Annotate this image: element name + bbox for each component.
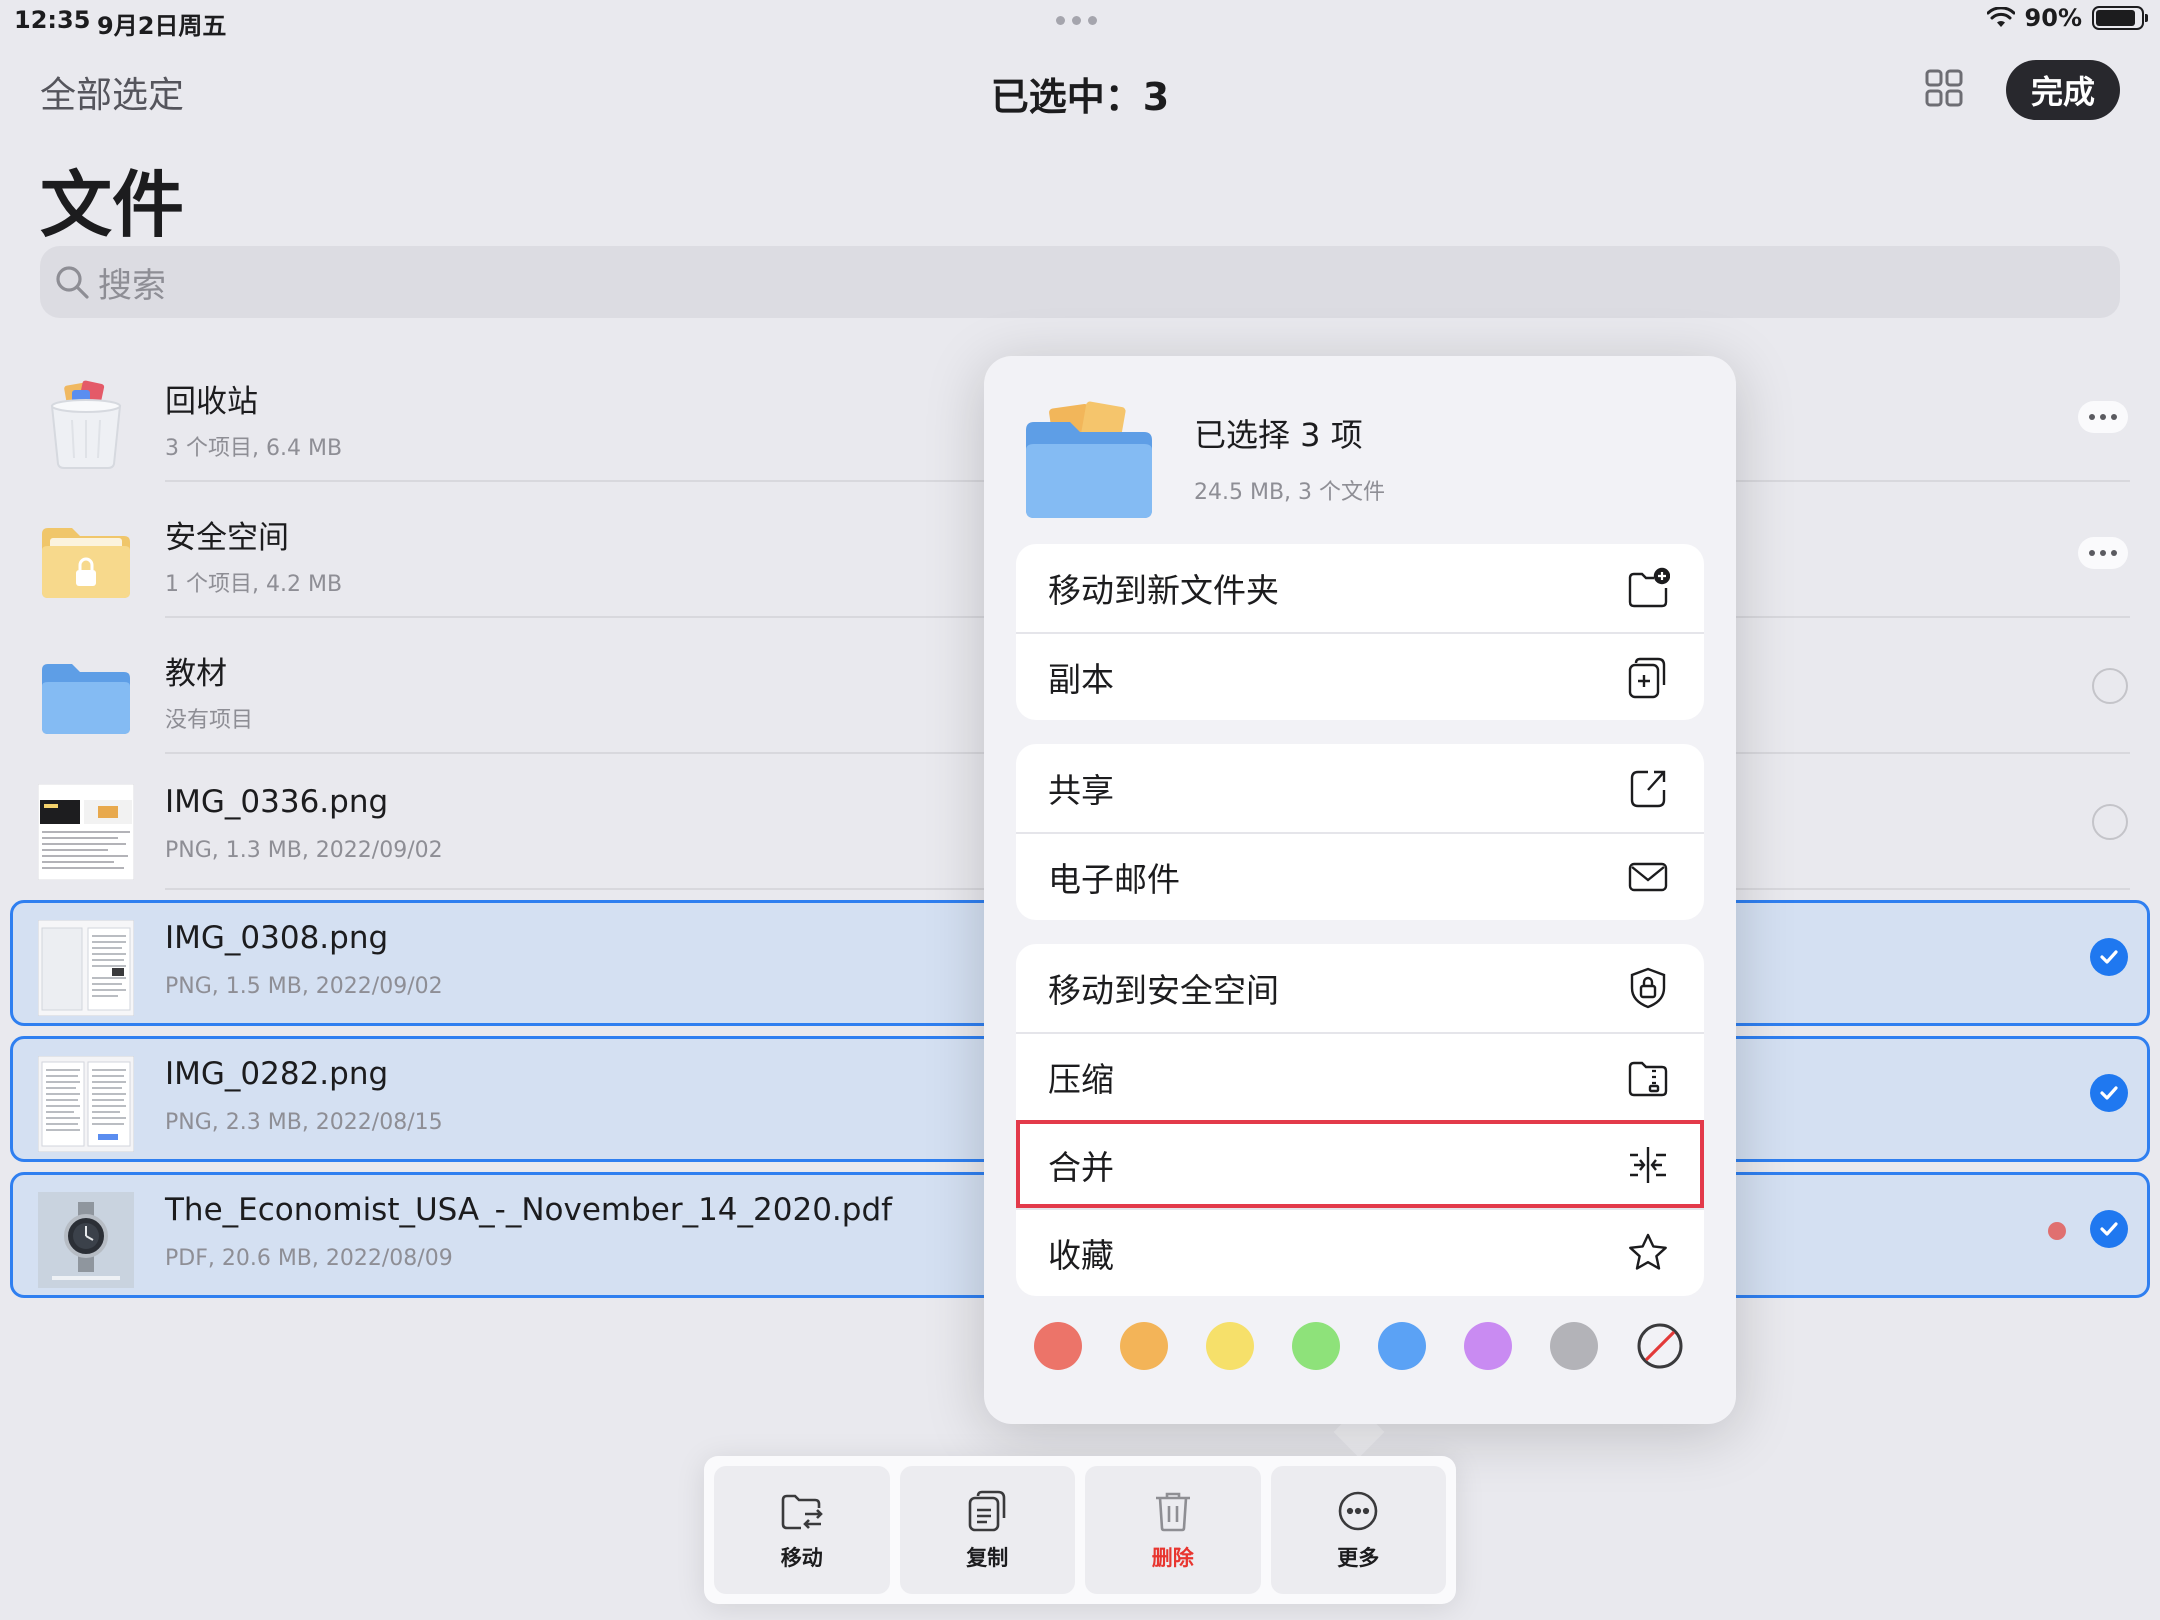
- status-date: 9月2日周五: [97, 12, 227, 40]
- more-button[interactable]: 更多: [1270, 1466, 1446, 1594]
- menu-label: 副本: [1048, 660, 1114, 699]
- more-options-icon[interactable]: [2078, 401, 2128, 433]
- copy-label: 复制: [966, 1546, 1009, 1570]
- menu-item-move-to-new-folder[interactable]: 移动到新文件夹: [1016, 544, 1704, 632]
- tag-color-row: [1034, 1322, 1684, 1370]
- file-name: 回收站: [165, 384, 258, 420]
- lock-shield-icon: [1630, 967, 1666, 1009]
- file-meta: PNG, 1.5 MB, 2022/09/02: [165, 974, 443, 999]
- menu-label: 移动到新文件夹: [1048, 571, 1279, 610]
- new-folder-icon: [1628, 567, 1670, 608]
- tag-orange[interactable]: [1120, 1322, 1168, 1370]
- no-tag-icon[interactable]: [1636, 1322, 1684, 1370]
- menu-label: 电子邮件: [1048, 860, 1180, 899]
- menu-label: 合并: [1048, 1148, 1114, 1187]
- page-title: 文件: [40, 163, 185, 247]
- move-folder-icon: [781, 1494, 823, 1530]
- file-meta: PNG, 2.3 MB, 2022/08/15: [165, 1110, 443, 1135]
- menu-item-share[interactable]: 共享: [1016, 744, 1704, 832]
- menu-item-merge[interactable]: 合并: [1016, 1120, 1704, 1208]
- status-time: 12:35: [14, 6, 91, 34]
- multitasking-dots-icon[interactable]: [1056, 16, 1097, 25]
- menu-label: 移动到安全空间: [1048, 971, 1279, 1010]
- menu-label: 共享: [1048, 771, 1114, 810]
- tag-gray[interactable]: [1550, 1322, 1598, 1370]
- checkmark-icon[interactable]: [2090, 1074, 2128, 1112]
- move-label: 移动: [780, 1546, 823, 1570]
- file-meta: 1 个项目, 4.2 MB: [165, 572, 343, 597]
- file-name: 安全空间: [165, 520, 289, 556]
- grid-view-icon[interactable]: [1924, 68, 1964, 108]
- more-options-icon[interactable]: [2078, 537, 2128, 569]
- merge-icon: [1630, 1147, 1666, 1183]
- search-bar[interactable]: 搜索: [40, 246, 2120, 318]
- folder-stack-icon: [1024, 400, 1156, 520]
- file-name: IMG_0336.png: [165, 784, 389, 820]
- more-circle-icon: [1338, 1491, 1378, 1531]
- mail-icon: [1628, 862, 1668, 892]
- menu-group-1: 移动到新文件夹 副本: [1016, 544, 1704, 720]
- file-meta: 没有项目: [165, 708, 254, 733]
- more-label: 更多: [1337, 1546, 1380, 1570]
- selection-circle[interactable]: [2092, 668, 2128, 704]
- tag-yellow[interactable]: [1206, 1322, 1254, 1370]
- file-name: 教材: [165, 656, 227, 692]
- menu-item-favorite[interactable]: 收藏: [1016, 1208, 1704, 1296]
- red-tag-dot: [2048, 1222, 2066, 1240]
- tag-blue[interactable]: [1378, 1322, 1426, 1370]
- search-icon: [56, 266, 89, 299]
- menu-label: 压缩: [1048, 1060, 1114, 1099]
- menu-item-move-to-secure-space[interactable]: 移动到安全空间: [1016, 944, 1704, 1032]
- tag-red[interactable]: [1034, 1322, 1082, 1370]
- trash-bin-icon: [38, 376, 134, 472]
- popover-subtitle: 24.5 MB, 3 个文件: [1194, 480, 1386, 505]
- delete-label: 删除: [1151, 1546, 1194, 1570]
- file-name: The_Economist_USA_-_November_14_2020.pdf: [165, 1192, 893, 1228]
- copy-button[interactable]: 复制: [899, 1466, 1075, 1594]
- menu-group-2: 共享 电子邮件: [1016, 744, 1704, 920]
- trash-icon: [1155, 1492, 1190, 1532]
- copy-icon: [968, 1490, 1006, 1532]
- star-icon: [1629, 1233, 1667, 1270]
- selection-count-title: 已选中：3: [990, 75, 1170, 119]
- selection-circle[interactable]: [2092, 804, 2128, 840]
- checkmark-icon[interactable]: [2090, 1210, 2128, 1248]
- battery-icon: [2092, 6, 2148, 30]
- menu-item-duplicate[interactable]: 副本: [1016, 632, 1704, 720]
- folder-icon: [38, 648, 134, 744]
- search-placeholder: 搜索: [98, 265, 166, 306]
- menu-item-email[interactable]: 电子邮件: [1016, 832, 1704, 920]
- popover-title: 已选择 3 项: [1194, 416, 1363, 454]
- checkmark-icon[interactable]: [2090, 938, 2128, 976]
- done-button[interactable]: 完成: [2006, 60, 2120, 120]
- context-menu-popover: 已选择 3 项 24.5 MB, 3 个文件 移动到新文件夹 副本 共享 电子邮…: [984, 356, 1736, 1424]
- menu-group-3: 移动到安全空间 压缩 合并 收藏: [1016, 944, 1704, 1296]
- pdf-thumbnail: [38, 1192, 134, 1288]
- duplicate-icon: [1628, 657, 1666, 699]
- file-meta: PDF, 20.6 MB, 2022/08/09: [165, 1246, 453, 1271]
- menu-label: 收藏: [1048, 1236, 1114, 1275]
- menu-item-compress[interactable]: 压缩: [1016, 1032, 1704, 1120]
- delete-button[interactable]: 删除: [1085, 1466, 1261, 1594]
- locked-folder-icon: [38, 512, 134, 608]
- bottom-toolbar: 移动 复制 删除 更多: [704, 1456, 1456, 1604]
- share-icon: [1630, 770, 1666, 808]
- battery-percent: 90%: [2024, 4, 2082, 32]
- image-thumbnail: [38, 784, 134, 880]
- file-meta: PNG, 1.3 MB, 2022/09/02: [165, 838, 443, 863]
- wifi-icon: [1986, 7, 2015, 27]
- zip-folder-icon: [1628, 1061, 1668, 1097]
- image-thumbnail: [38, 920, 134, 1016]
- image-thumbnail: [38, 1056, 134, 1152]
- tag-green[interactable]: [1292, 1322, 1340, 1370]
- file-name: IMG_0308.png: [165, 920, 389, 956]
- tag-purple[interactable]: [1464, 1322, 1512, 1370]
- move-button[interactable]: 移动: [714, 1466, 890, 1594]
- file-name: IMG_0282.png: [165, 1056, 389, 1092]
- file-meta: 3 个项目, 6.4 MB: [165, 436, 343, 461]
